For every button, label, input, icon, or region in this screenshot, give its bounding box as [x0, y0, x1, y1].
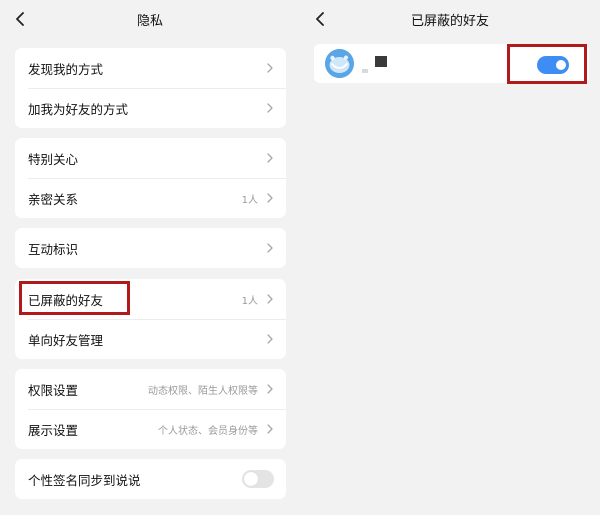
settings-group-care: 特别关心 亲密关系 1人: [15, 138, 286, 218]
row-interaction-badge[interactable]: 互动标识: [15, 228, 286, 268]
back-button[interactable]: [312, 11, 328, 27]
row-label: 互动标识: [28, 241, 79, 257]
row-hint: 1人: [241, 194, 258, 206]
row-blocked-friends[interactable]: 已屏蔽的好友 1人: [15, 279, 286, 319]
row-hint: 1人: [241, 295, 258, 307]
row-discover-me[interactable]: 发现我的方式: [15, 48, 286, 88]
unblock-toggle[interactable]: [537, 56, 569, 74]
settings-group-interaction: 互动标识: [15, 228, 286, 268]
chevron-right-icon: [266, 384, 274, 394]
privacy-navbar: 隐私: [0, 0, 300, 38]
row-display-settings[interactable]: 展示设置 个人状态、会员身份等: [15, 409, 286, 449]
row-close-relationship[interactable]: 亲密关系 1人: [15, 178, 286, 218]
row-signature-sync: 个性签名同步到说说: [15, 459, 286, 499]
blocked-friend-item[interactable]: [314, 44, 589, 83]
chevron-right-icon: [266, 424, 274, 434]
settings-group-blocking: 已屏蔽的好友 1人 单向好友管理: [15, 279, 286, 359]
chevron-left-icon: [16, 12, 24, 26]
row-label: 单向好友管理: [28, 332, 104, 348]
toggle-knob: [556, 60, 566, 70]
row-special-care[interactable]: 特别关心: [15, 138, 286, 178]
row-label: 个性签名同步到说说: [28, 472, 141, 488]
privacy-settings-panel: 隐私 发现我的方式 加我为好友的方式 特别关心 亲密关系 1人 互动标识 已屏蔽…: [0, 0, 300, 515]
settings-group-signature: 个性签名同步到说说: [15, 459, 286, 499]
redacted-name: [375, 56, 387, 67]
chevron-left-icon: [316, 12, 324, 26]
avatar-icon: [325, 49, 354, 78]
row-label: 发现我的方式: [28, 61, 104, 77]
chevron-right-icon: [266, 63, 274, 73]
settings-group-permissions: 权限设置 动态权限、陌生人权限等 展示设置 个人状态、会员身份等: [15, 369, 286, 449]
chevron-right-icon: [266, 334, 274, 344]
chevron-right-icon: [266, 294, 274, 304]
redacted-name-mark: [362, 69, 368, 73]
app-root: 隐私 发现我的方式 加我为好友的方式 特别关心 亲密关系 1人 互动标识 已屏蔽…: [0, 0, 600, 515]
row-label: 加我为好友的方式: [28, 101, 129, 117]
row-add-me-method[interactable]: 加我为好友的方式: [15, 88, 286, 128]
row-label: 亲密关系: [28, 191, 79, 207]
chevron-right-icon: [266, 153, 274, 163]
chevron-right-icon: [266, 193, 274, 203]
row-label: 展示设置: [28, 422, 79, 438]
row-hint: 个人状态、会员身份等: [158, 425, 258, 437]
settings-group-discovery: 发现我的方式 加我为好友的方式: [15, 48, 286, 128]
row-permission-settings[interactable]: 权限设置 动态权限、陌生人权限等: [15, 369, 286, 409]
row-label: 特别关心: [28, 151, 79, 167]
blocked-navbar: 已屏蔽的好友: [300, 0, 600, 38]
row-label: 已屏蔽的好友: [28, 292, 104, 308]
chevron-right-icon: [266, 243, 274, 253]
row-hint: 动态权限、陌生人权限等: [148, 385, 258, 397]
page-title: 隐私: [136, 13, 163, 29]
row-label: 权限设置: [28, 382, 79, 398]
row-one-way-friends[interactable]: 单向好友管理: [15, 319, 286, 359]
back-button[interactable]: [12, 11, 28, 27]
chevron-right-icon: [266, 103, 274, 113]
toggle-knob: [244, 472, 258, 486]
page-title: 已屏蔽的好友: [410, 13, 489, 29]
signature-sync-toggle[interactable]: [242, 470, 274, 488]
